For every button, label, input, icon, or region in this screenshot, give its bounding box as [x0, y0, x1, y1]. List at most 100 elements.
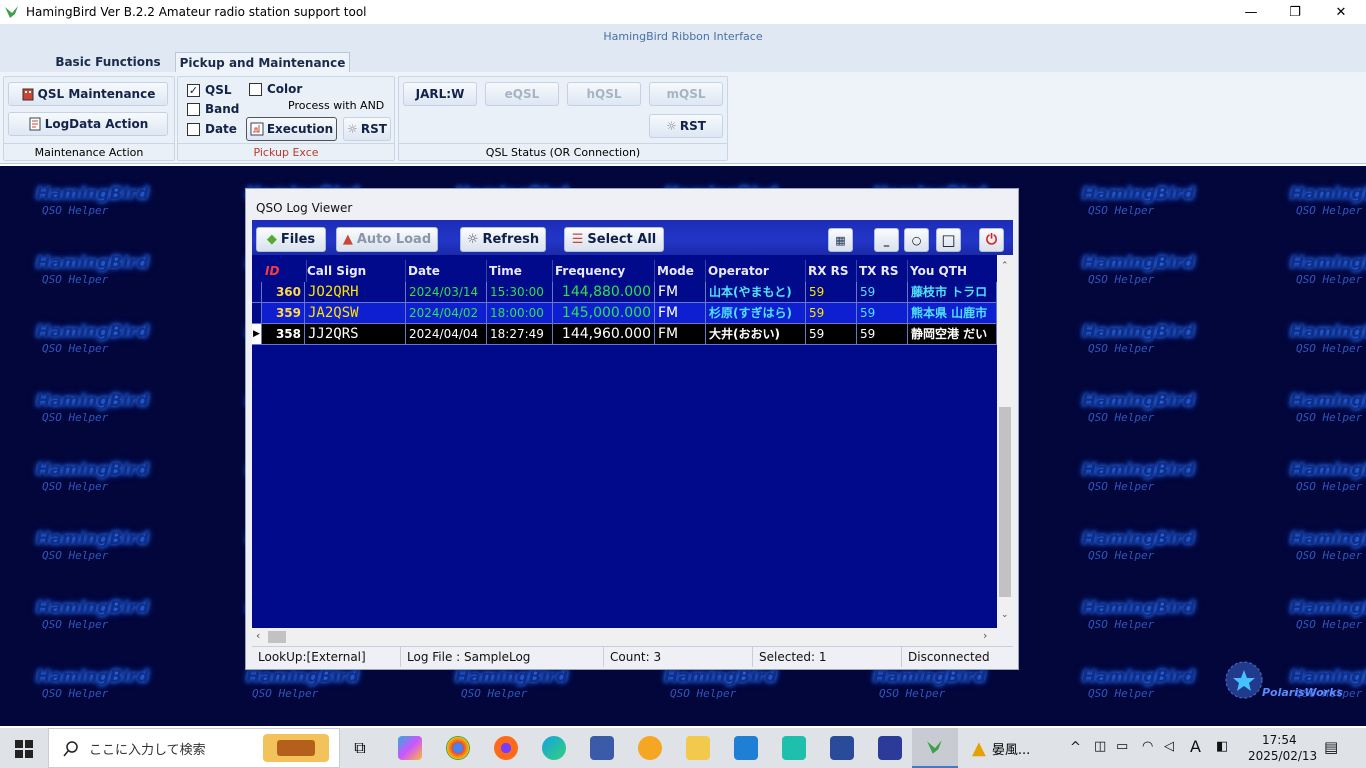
col-you-qth[interactable]: You QTH [907, 260, 997, 282]
horizontal-scroll-thumb[interactable] [268, 631, 286, 643]
watermark-line1: HamingBird [36, 598, 149, 618]
qso-square-button[interactable]: □ [936, 228, 961, 252]
qso-circle-button[interactable]: ○ [904, 228, 929, 252]
qso-minimize-button[interactable]: _ [874, 228, 899, 252]
scroll-left-icon[interactable]: ‹ [256, 629, 260, 642]
watermark-logo: HamingBirdQSO Helper [664, 667, 834, 707]
volume-icon[interactable]: ◁ [1164, 739, 1174, 754]
watermark-line1: HamingBird [1290, 253, 1366, 273]
watermark-logo: HamingBirdQSO Helper [36, 529, 206, 569]
eqsl-button[interactable]: eQSL [485, 82, 559, 106]
date-checkbox[interactable]: Date [187, 122, 237, 136]
plane-app-icon[interactable] [878, 736, 902, 760]
calendar-app-icon[interactable] [830, 736, 854, 760]
watermark-line2: QSO Helper [42, 549, 109, 562]
hqsl-button[interactable]: hQSL [567, 82, 641, 106]
battery-icon[interactable]: ▭ [1116, 739, 1128, 754]
col-mode[interactable]: Mode [654, 260, 706, 282]
wifi-icon[interactable]: ◠ [1142, 739, 1153, 754]
horizontal-scrollbar[interactable]: ‹ › [252, 628, 997, 645]
edge-icon[interactable] [542, 736, 566, 760]
table-row-selected[interactable]: ▶ 358 JJ2QRS 2024/04/04 18:27:49 144,960… [252, 324, 997, 345]
vertical-scroll-thumb[interactable] [999, 407, 1011, 597]
app-grid-icon[interactable] [590, 736, 614, 760]
calculator-button[interactable]: ▦ [828, 228, 853, 252]
col-rxrs[interactable]: RX RS [805, 260, 857, 282]
logdata-action-button[interactable]: LogData Action [8, 112, 168, 136]
watermark-line1: HamingBird [1290, 391, 1366, 411]
mqsl-button[interactable]: mQSL [649, 82, 723, 106]
vscode-icon[interactable] [734, 736, 758, 760]
qsl-rst-button[interactable]: ☼ RST [649, 114, 723, 138]
watermark-line2: QSO Helper [42, 618, 109, 631]
execution-button[interactable]: Execution [246, 117, 337, 141]
scroll-right-icon[interactable]: › [983, 629, 987, 642]
qsl-checkbox[interactable]: ✓ QSL [187, 83, 232, 97]
watermark-line2: QSO Helper [1296, 204, 1363, 217]
watermark-logo: HamingBirdQSO Helper [1082, 529, 1252, 569]
hamingbird-taskbar-button[interactable] [912, 728, 958, 768]
tray-chevron-icon[interactable]: ^ [1070, 740, 1081, 755]
watermark-logo: HamingBirdQSO Helper [1082, 598, 1252, 638]
close-button[interactable]: ✕ [1318, 0, 1364, 24]
col-date[interactable]: Date [405, 260, 487, 282]
band-checkbox[interactable]: Band [187, 102, 239, 116]
notifications-icon[interactable]: ▤ [1324, 738, 1338, 756]
cell-callsign: JO2QRH [305, 282, 406, 303]
window-title: HamingBird Ver B.2.2 Amateur radio stati… [26, 5, 367, 19]
camera-icon[interactable]: ◫ [1094, 739, 1106, 754]
tab-basic-functions[interactable]: Basic Functions [46, 52, 170, 72]
col-frequency[interactable]: Frequency [552, 260, 655, 282]
cell-time: 15:30:00 [487, 282, 553, 303]
watermark-line2: QSO Helper [42, 687, 109, 700]
notepad-icon[interactable] [782, 736, 806, 760]
table-row[interactable]: 360 JO2QRH 2024/03/14 15:30:00 144,880.0… [252, 282, 997, 303]
color-checkbox[interactable]: Color [249, 82, 302, 96]
chrome-icon[interactable] [446, 736, 470, 760]
pickup-rst-button[interactable]: ☼ RST [343, 117, 391, 141]
watermark-line2: QSO Helper [1088, 618, 1155, 631]
taskbar-search-box[interactable]: ここに入力して検索 [48, 728, 340, 768]
pickup-rst-label: RST [360, 122, 387, 136]
refresh-button[interactable]: ☼ Refresh [460, 227, 546, 252]
watermark-line2: QSO Helper [1296, 549, 1363, 562]
power-button[interactable]: ⏻ [979, 228, 1004, 252]
vertical-scrollbar[interactable]: ⌃ ⌄ [997, 255, 1013, 628]
ime-indicator[interactable]: A [1190, 737, 1201, 756]
watermark-logo: HamingBirdQSO Helper [36, 460, 206, 500]
clock-time[interactable]: 17:54 [1262, 733, 1297, 747]
col-time[interactable]: Time [486, 260, 553, 282]
col-callsign[interactable]: Call Sign [304, 260, 406, 282]
brave-icon[interactable] [638, 736, 662, 760]
watermark-line2: QSO Helper [1088, 687, 1155, 700]
running-app-button[interactable]: ▲ 晏風... [972, 736, 1058, 760]
qsl-maintenance-button[interactable]: QSL Maintenance [8, 82, 168, 106]
ime-mode-icon[interactable]: ◧ [1216, 739, 1228, 754]
select-all-button[interactable]: ☰ Select All [564, 227, 664, 252]
col-operator[interactable]: Operator [705, 260, 806, 282]
tab-pickup-maintenance[interactable]: Pickup and Maintenance [175, 52, 350, 72]
file-explorer-icon[interactable] [686, 736, 710, 760]
watermark-line2: QSO Helper [42, 411, 109, 424]
minimize-button[interactable]: — [1228, 0, 1274, 24]
col-txrs[interactable]: TX RS [856, 260, 908, 282]
firefox-icon[interactable] [494, 736, 518, 760]
scroll-down-icon[interactable]: ⌄ [1001, 610, 1009, 620]
qso-grid: ID Call Sign Date Time Frequency Mode Op… [252, 255, 997, 628]
clock-date[interactable]: 2025/02/13 [1248, 749, 1317, 763]
windows-start-icon[interactable] [15, 740, 33, 758]
col-id[interactable]: ID [262, 260, 307, 282]
restore-button[interactable]: ❐ [1272, 0, 1318, 24]
copilot-icon[interactable] [398, 736, 422, 760]
files-button[interactable]: ◆ Files [256, 227, 326, 252]
auto-load-button[interactable]: ▲ Auto Load [336, 227, 438, 252]
scroll-up-icon[interactable]: ⌃ [1001, 261, 1009, 271]
qsl-status-caption: QSL Status (OR Connection) [399, 143, 727, 160]
task-view-icon[interactable]: ⧉ [348, 736, 372, 760]
jarl-button[interactable]: JARL:W [403, 82, 477, 106]
qso-toolbar: ◆ Files ▲ Auto Load ☼ Refresh ☰ Select A… [252, 220, 1013, 255]
band-checkbox-label: Band [205, 102, 240, 116]
table-row[interactable]: 359 JA2QSW 2024/04/02 18:00:00 145,000.0… [252, 303, 997, 324]
pickup-caption: Pickup Exce [178, 143, 394, 160]
ribbon-header: HamingBird Ribbon Interface [0, 24, 1366, 48]
